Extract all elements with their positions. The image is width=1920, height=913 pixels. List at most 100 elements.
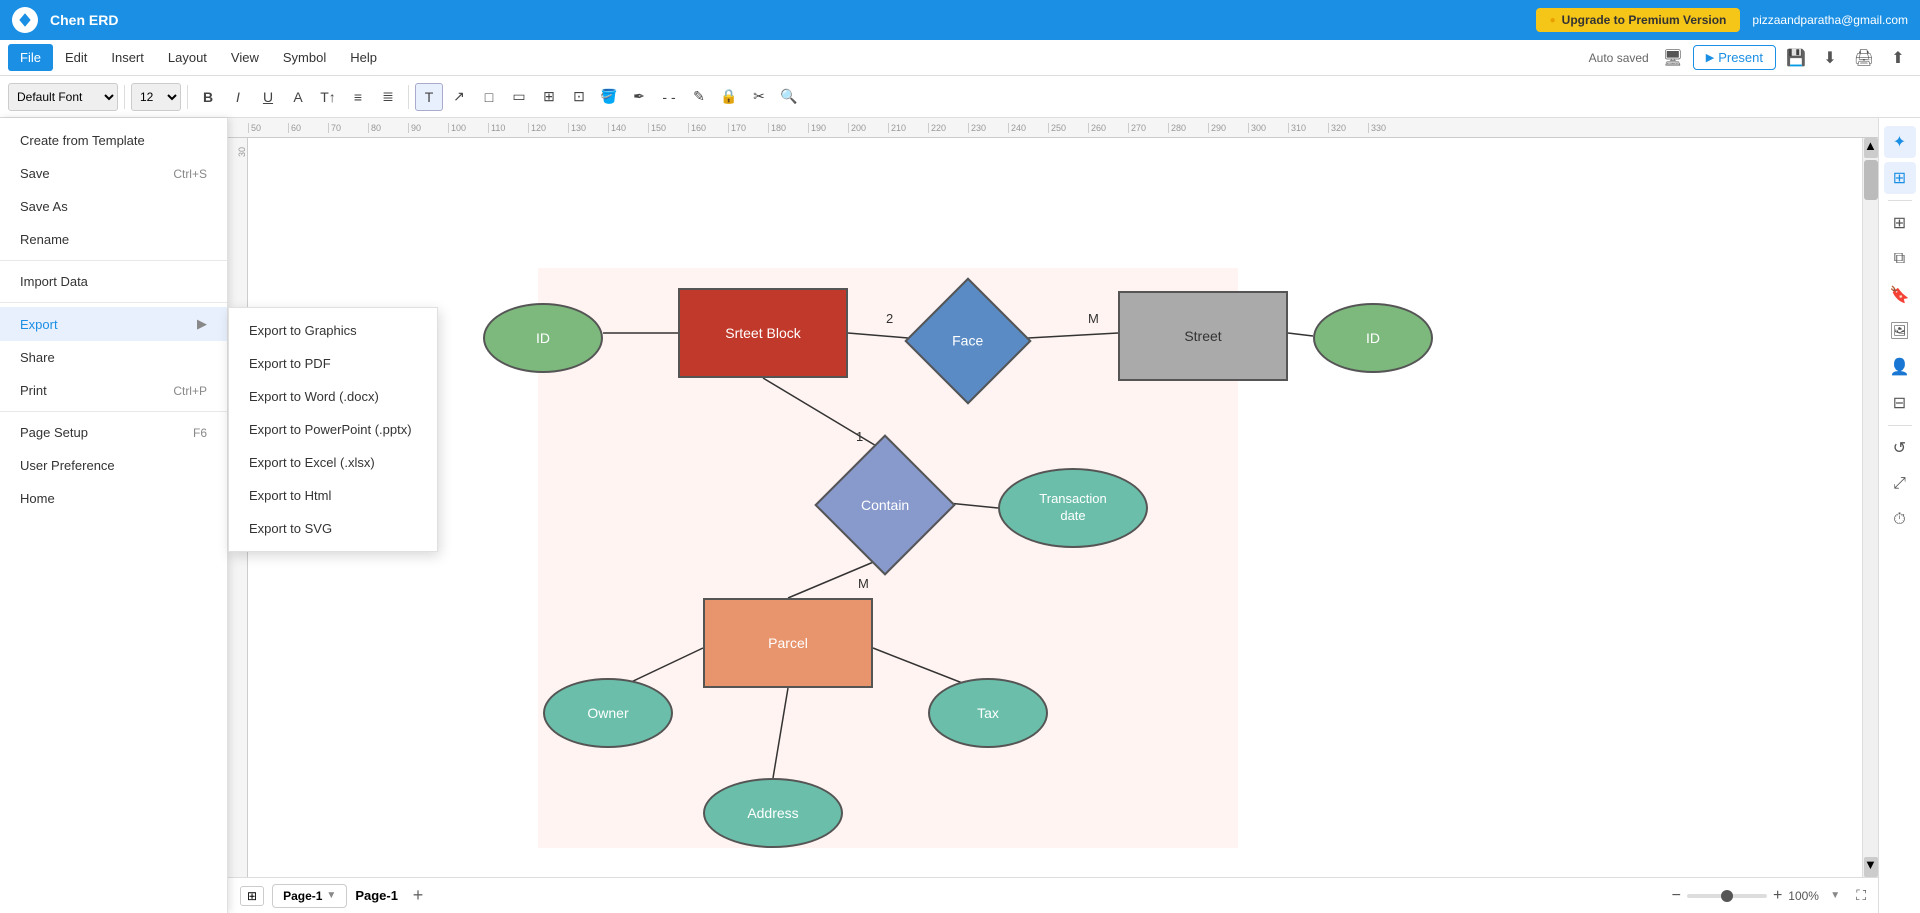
upgrade-button[interactable]: Upgrade to Premium Version [1536,8,1741,32]
text-tool-button[interactable]: T [415,83,443,111]
scroll-down-arrow[interactable]: ▼ [1864,857,1878,877]
menu-insert[interactable]: Insert [99,44,156,71]
erd-srteet-block[interactable]: Srteet Block [678,288,848,378]
export-pdf[interactable]: Export to PDF [229,347,437,380]
dash-line-button[interactable]: - - [655,83,683,111]
export-powerpoint[interactable]: Export to PowerPoint (.pptx) [229,413,437,446]
rounded-rect-button[interactable]: ▭ [505,83,533,111]
present-button[interactable]: Present [1693,45,1776,70]
erd-id-right-ellipse[interactable]: ID [1313,303,1433,373]
menu-user-preference[interactable]: User Preference [0,449,227,482]
rs-table-icon[interactable]: ⊟ [1884,387,1916,419]
erd-transaction-date-ellipse[interactable]: Transactiondate [998,468,1148,548]
menu-home[interactable]: Home [0,482,227,515]
fullscreen-button[interactable]: ⛶ [1856,887,1866,904]
connector-button[interactable]: ↗ [445,83,473,111]
menu-save[interactable]: Save Ctrl+S [0,157,227,190]
rs-history-icon[interactable]: ⏱ [1884,504,1916,536]
align-center-button[interactable]: ≡ [344,83,372,111]
text-align-button[interactable]: ≣ [374,83,402,111]
search-button[interactable]: 🔍 [775,83,803,111]
erd-street-rect[interactable]: Street [1118,291,1288,381]
ruler-marks-h: 50 60 70 80 90 100 110 120 130 140 150 1… [248,123,1878,133]
export-word[interactable]: Export to Word (.docx) [229,380,437,413]
export-excel[interactable]: Export to Excel (.xlsx) [229,446,437,479]
menu-import-data[interactable]: Import Data [0,265,227,298]
page-view-icon[interactable]: ⊞ [240,886,264,906]
menu-create-template[interactable]: Create from Template [0,124,227,157]
zoom-thumb[interactable] [1721,890,1733,902]
text-top-button[interactable]: T↑ [314,83,342,111]
export-svg[interactable]: Export to SVG [229,512,437,545]
rs-image-icon[interactable]: 🖼 [1884,315,1916,347]
page-label: Page-1 [355,888,398,903]
scroll-up-arrow[interactable]: ▲ [1864,138,1878,158]
user-email: pizzaandparatha@gmail.com [1752,13,1908,27]
scrollbar-vertical[interactable]: ▲ ▼ [1862,138,1878,877]
zoom-in-button[interactable]: + [1773,887,1782,905]
canvas-area[interactable]: 50 60 70 80 90 100 110 120 130 140 150 1… [228,118,1878,913]
rs-bookmark-icon[interactable]: 🔖 [1884,279,1916,311]
title-bar: Chen ERD Upgrade to Premium Version pizz… [0,0,1920,40]
zoom-slider[interactable] [1687,894,1767,898]
auto-saved-label: Auto saved [1589,51,1649,65]
bold-button[interactable]: B [194,83,222,111]
table-button[interactable]: ⊞ [535,83,563,111]
export-html[interactable]: Export to Html [229,479,437,512]
menu-page-setup[interactable]: Page Setup F6 [0,416,227,449]
font-family-select[interactable]: Default Font [8,83,118,111]
paint-bucket-button[interactable]: 🪣 [595,83,623,111]
rs-cursor-icon[interactable]: ⊞ [1884,162,1916,194]
pen-button[interactable]: ✒ [625,83,653,111]
font-size-select[interactable]: 12 [131,83,181,111]
page-tab-arrow: ▼ [326,890,336,901]
rect-tool-button[interactable]: □ [475,83,503,111]
rs-sep-2 [1888,425,1912,426]
italic-button[interactable]: I [224,83,252,111]
lock-button[interactable]: 🔒 [715,83,743,111]
rs-magic-wand-icon[interactable]: ✦ [1884,126,1916,158]
menu-print[interactable]: Print Ctrl+P [0,374,227,407]
rs-layers-icon[interactable]: ⧉ [1884,243,1916,275]
export-graphics[interactable]: Export to Graphics [229,314,437,347]
erd-face-diamond-wrapper[interactable]: Face [908,291,1028,391]
rs-refresh-icon[interactable]: ↺ [1884,432,1916,464]
zoom-out-button[interactable]: − [1672,887,1681,905]
erd-owner-ellipse[interactable]: Owner [543,678,673,748]
print-icon[interactable]: 🖨 [1850,44,1878,72]
diagram-canvas[interactable]: 2 M 1 M Srteet Block Face [248,138,1862,913]
zoom-percent-arrow[interactable]: ▼ [1830,890,1840,901]
page-tab[interactable]: Page-1 ▼ [272,884,347,908]
menu-symbol[interactable]: Symbol [271,44,338,71]
crop-button[interactable]: ⊡ [565,83,593,111]
screen-icon[interactable]: 🖥 [1659,44,1687,72]
download-icon[interactable]: ⬇ [1816,44,1844,72]
menu-rename[interactable]: Rename [0,223,227,256]
erd-parcel-rect[interactable]: Parcel [703,598,873,688]
share-icon[interactable]: ⬆ [1884,44,1912,72]
underline-button[interactable]: U [254,83,282,111]
font-color-button[interactable]: A [284,83,312,111]
erd-id-left-ellipse[interactable]: ID [483,303,603,373]
zoom-percent-label: 100% [1788,889,1824,903]
menu-help[interactable]: Help [338,44,389,71]
erd-address-ellipse[interactable]: Address [703,778,843,848]
scroll-thumb[interactable] [1864,160,1878,200]
erd-contain-diamond-wrapper[interactable]: Contain [820,450,950,560]
edit-button[interactable]: ✎ [685,83,713,111]
toolbar-sep-1 [124,85,125,109]
menu-view[interactable]: View [219,44,271,71]
scissors-button[interactable]: ✂ [745,83,773,111]
erd-tax-ellipse[interactable]: Tax [928,678,1048,748]
menu-file[interactable]: File [8,44,53,71]
save-icon[interactable]: 💾 [1782,44,1810,72]
menu-share[interactable]: Share [0,341,227,374]
rs-person-icon[interactable]: 👤 [1884,351,1916,383]
menu-layout[interactable]: Layout [156,44,219,71]
menu-save-as[interactable]: Save As [0,190,227,223]
rs-grid-icon[interactable]: ⊞ [1884,207,1916,239]
rs-expand-icon[interactable]: ⤢ [1884,468,1916,500]
menu-export[interactable]: Export ▶ [0,307,227,341]
menu-edit[interactable]: Edit [53,44,99,71]
add-page-button[interactable]: + [406,884,430,908]
